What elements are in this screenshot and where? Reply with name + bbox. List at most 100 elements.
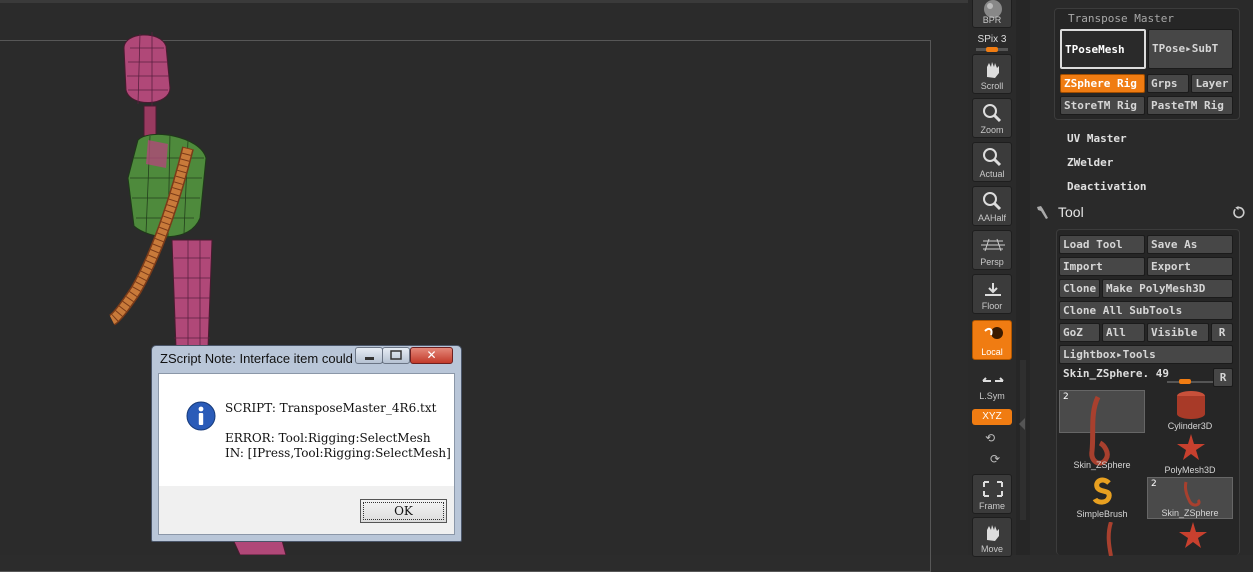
- thumb-label: Skin_ZSphere: [1161, 508, 1219, 518]
- load-tool-button[interactable]: Load Tool: [1059, 235, 1145, 254]
- right-tray: Transpose Master TPoseMesh TPose▸SubT ZS…: [1030, 0, 1253, 556]
- rotate-y-icon[interactable]: ⟲: [985, 431, 995, 445]
- spix-label: SPix 3: [977, 34, 1007, 45]
- hand-move-icon: [987, 525, 999, 541]
- frame-label: Frame: [978, 501, 1005, 511]
- actual-label: Actual: [979, 169, 1005, 179]
- current-tool-slider[interactable]: [1167, 379, 1217, 384]
- close-button[interactable]: ✕: [410, 347, 453, 364]
- cylinder-icon: [1177, 391, 1205, 419]
- magnifier-icon: [983, 148, 1002, 167]
- perspective-grid-icon: [981, 238, 1005, 252]
- tray-handle[interactable]: [1020, 360, 1026, 520]
- local-rotation-icon: [984, 327, 1003, 339]
- simplebrush-s-icon: [1092, 477, 1112, 505]
- goz-all-button[interactable]: All: [1102, 323, 1145, 342]
- goz-button[interactable]: GoZ: [1059, 323, 1100, 342]
- minimize-button[interactable]: [355, 347, 383, 364]
- make-polymesh3d-button[interactable]: Make PolyMesh3D: [1102, 279, 1233, 298]
- tposemesh-button[interactable]: TPoseMesh: [1060, 29, 1146, 69]
- rotate-z-icon[interactable]: ⟳: [990, 452, 1000, 466]
- tool-thumb-cylinder3d[interactable]: Cylinder3D: [1147, 388, 1233, 431]
- tool-thumb-polymesh3d[interactable]: PolyMesh3D: [1147, 432, 1233, 475]
- lightbox-tools-button[interactable]: Lightbox▸Tools: [1059, 345, 1233, 364]
- skin-zsphere-preview-icon: [1184, 481, 1201, 507]
- tool-thumb-skin-zsphere[interactable]: 2 Skin_ZSphere: [1059, 390, 1145, 470]
- current-tool-r-button[interactable]: R: [1213, 368, 1233, 387]
- thumb-label: SimpleBrush: [1076, 509, 1128, 519]
- local-label: Local: [981, 347, 1003, 357]
- thumb-count: 2: [1151, 479, 1157, 489]
- in-line: IN: [IPress,Tool:Rigging:SelectMesh]: [225, 446, 451, 460]
- thumb-count: 2: [1063, 392, 1069, 402]
- thumb-label: Skin_ZSphere: [1073, 460, 1131, 470]
- transpose-master-group: Transpose Master TPoseMesh TPose▸SubT ZS…: [1054, 8, 1240, 120]
- uv-master-menu[interactable]: UV Master: [1067, 132, 1127, 145]
- skin-zsphere-preview-icon: [1106, 522, 1113, 556]
- tpose-subt-button[interactable]: TPose▸SubT: [1148, 29, 1233, 69]
- aahalf-button[interactable]: AAHalf: [972, 186, 1012, 226]
- floor-button[interactable]: Floor: [972, 274, 1012, 314]
- goz-r-button[interactable]: R: [1211, 323, 1233, 342]
- magnifier-icon: [983, 104, 1002, 123]
- ok-button[interactable]: OK: [360, 499, 447, 523]
- tool-thumb-simplebrush[interactable]: SimpleBrush: [1059, 476, 1145, 519]
- dialog-message-area: SCRIPT: TransposeMaster_4R6.txt ERROR: T…: [159, 374, 454, 486]
- clone-button[interactable]: Clone: [1059, 279, 1100, 298]
- tool-group: Load Tool Save As Import Export Clone Ma…: [1056, 229, 1240, 556]
- export-button[interactable]: Export: [1147, 257, 1233, 276]
- scroll-label: Scroll: [980, 81, 1004, 91]
- maximize-icon: [390, 350, 402, 360]
- zoom-label: Zoom: [980, 125, 1004, 135]
- grps-button[interactable]: Grps: [1147, 74, 1189, 93]
- clone-all-subtools-button[interactable]: Clone All SubTools: [1059, 301, 1233, 320]
- actual-button[interactable]: Actual: [972, 142, 1012, 182]
- bpr-button[interactable]: BPR: [972, 0, 1012, 28]
- import-button[interactable]: Import: [1059, 257, 1145, 276]
- polymesh-star-icon: [1177, 434, 1205, 460]
- tool-palette-title[interactable]: Tool: [1058, 204, 1084, 220]
- frame-button[interactable]: Frame: [972, 474, 1012, 514]
- reset-icon[interactable]: [1232, 206, 1245, 219]
- script-line: SCRIPT: TransposeMaster_4R6.txt: [225, 401, 437, 415]
- scroll-button[interactable]: Scroll: [972, 54, 1012, 94]
- move-label: Move: [980, 544, 1003, 554]
- floor-label: Floor: [981, 301, 1003, 311]
- persp-label: Persp: [980, 257, 1004, 267]
- info-icon: [186, 401, 216, 431]
- zwelder-menu[interactable]: ZWelder: [1067, 156, 1113, 169]
- hand-icon: [987, 62, 999, 78]
- goz-visible-button[interactable]: Visible: [1147, 323, 1209, 342]
- zsphere-rig-button[interactable]: ZSphere Rig: [1060, 74, 1145, 93]
- floor-icon: [985, 283, 1001, 296]
- aahalf-label: AAHalf: [977, 213, 1006, 223]
- save-as-button[interactable]: Save As: [1147, 235, 1233, 254]
- right-shelf: BPR SPix 3 Scroll Zoom Actual AAHalf Per…: [968, 0, 1016, 557]
- layer-button[interactable]: Layer: [1191, 74, 1233, 93]
- transpose-master-title: Transpose Master: [1068, 12, 1174, 25]
- xyz-button[interactable]: XYZ: [972, 409, 1012, 425]
- maximize-button[interactable]: [382, 347, 410, 364]
- deactivation-menu[interactable]: Deactivation: [1067, 180, 1146, 193]
- dialog-body: SCRIPT: TransposeMaster_4R6.txt ERROR: T…: [158, 373, 455, 535]
- zoom-button[interactable]: Zoom: [972, 98, 1012, 138]
- hammer-icon: [1037, 206, 1048, 219]
- document-canvas[interactable]: [0, 0, 968, 572]
- lsym-button[interactable]: L.Sym: [972, 364, 1012, 404]
- local-button[interactable]: Local: [972, 320, 1012, 360]
- move-button[interactable]: Move: [972, 517, 1012, 557]
- frame-icon: [983, 481, 1003, 497]
- tray-divider[interactable]: [1016, 0, 1030, 555]
- lsym-label: L.Sym: [979, 391, 1005, 401]
- symmetry-arrows-icon: [982, 377, 1004, 382]
- storetm-rig-button[interactable]: StoreTM Rig: [1060, 96, 1145, 115]
- tool-thumb-skin-zsphere-2[interactable]: 2 Skin_ZSphere: [1147, 477, 1233, 519]
- spix-slider[interactable]: [976, 47, 1008, 52]
- canvas-top-strip: [0, 0, 968, 3]
- error-line: ERROR: Tool:Rigging:SelectMesh: [225, 431, 431, 445]
- collapse-arrow-icon[interactable]: [1019, 418, 1025, 430]
- persp-button[interactable]: Persp: [972, 230, 1012, 270]
- pastetm-rig-button[interactable]: PasteTM Rig: [1147, 96, 1233, 115]
- minimize-icon: [365, 357, 374, 360]
- skin-zsphere-preview-icon: [1089, 395, 1110, 466]
